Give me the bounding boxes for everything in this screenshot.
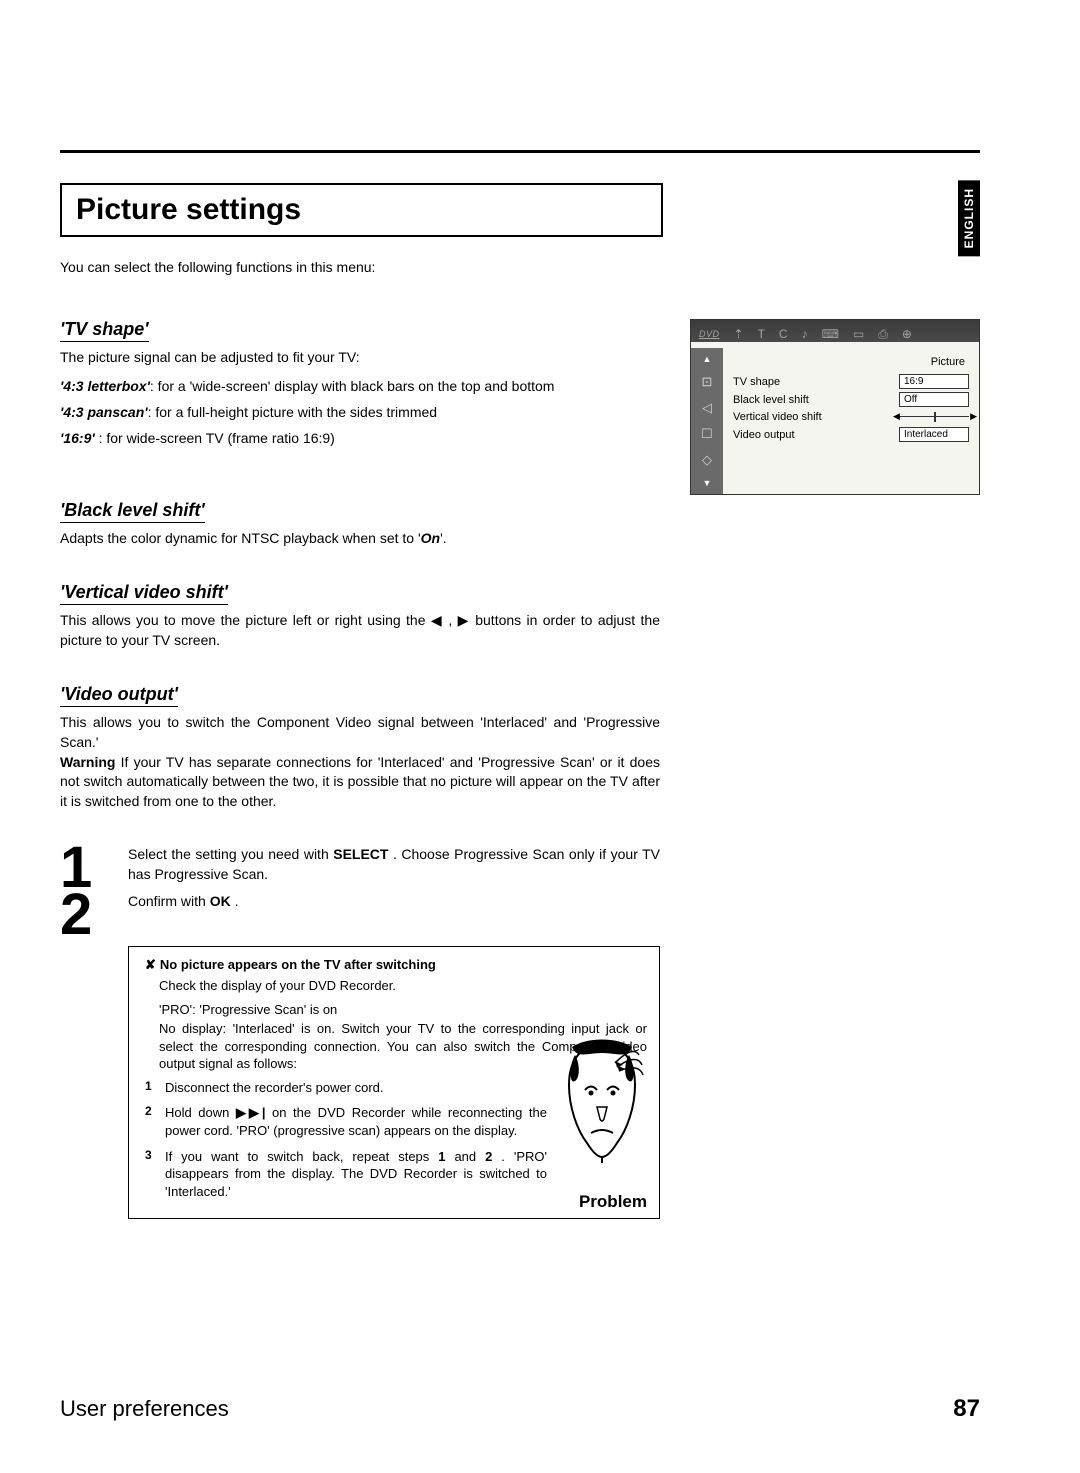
- page-title: Picture settings: [76, 193, 301, 227]
- osd-value: Interlaced: [899, 427, 969, 442]
- osd-top-icon: ⊕: [902, 327, 912, 341]
- step-number: 2: [60, 892, 110, 938]
- fwd-skip-icon: ▶▶|: [236, 1105, 266, 1120]
- def-item: '4:3 letterbox': for a 'wide-screen' dis…: [60, 378, 660, 394]
- confused-face-icon: [557, 1035, 647, 1165]
- language-tab: ENGLISH: [958, 180, 980, 256]
- section-warning: Warning If your TV has separate connecti…: [60, 753, 660, 812]
- section-black-level: 'Black level shift' Adapts the color dyn…: [60, 500, 660, 549]
- section-body: This allows you to move the picture left…: [60, 611, 660, 650]
- osd-top-icon: ▭: [853, 327, 864, 341]
- osd-row: Vertical video shift ◀▶: [733, 410, 969, 424]
- section-body: This allows you to switch the Component …: [60, 713, 660, 752]
- page-footer: User preferences 87: [60, 1395, 980, 1423]
- osd-top-icon: C: [779, 327, 788, 341]
- def-item: '4:3 panscan': for a full-height picture…: [60, 404, 660, 420]
- osd-value: 16:9: [899, 374, 969, 389]
- osd-top-icon: T: [758, 327, 765, 341]
- osd-value: Off: [899, 392, 969, 407]
- section-heading: 'Video output': [60, 684, 178, 707]
- osd-row: Video output Interlaced: [733, 427, 969, 442]
- def-item: '16:9' : for wide-screen TV (frame ratio…: [60, 430, 660, 446]
- osd-dvd-label: DVD: [699, 329, 720, 339]
- section-video-output: 'Video output' This allows you to switch…: [60, 684, 660, 811]
- page-title-box: Picture settings: [60, 183, 663, 237]
- section-heading: 'Vertical video shift': [60, 582, 228, 605]
- problem-line: 'PRO': 'Progressive Scan' is on: [159, 1001, 647, 1019]
- problem-label: Problem: [579, 1192, 647, 1212]
- osd-side-icon: ⊡: [702, 374, 713, 390]
- osd-panel-title: Picture: [733, 356, 969, 368]
- osd-top-icon: ⎙: [878, 327, 888, 342]
- osd-top-icon: ♪: [802, 327, 808, 341]
- osd-slider: ◀▶: [899, 410, 969, 424]
- problem-box: ✘No picture appears on the TV after swit…: [128, 946, 660, 1219]
- section-heading: 'TV shape': [60, 319, 149, 342]
- osd-side-icon: ☐: [701, 426, 713, 442]
- osd-side-icon: ◁: [702, 400, 712, 416]
- page-number: 87: [953, 1395, 980, 1423]
- section-body: Adapts the color dynamic for NTSC playba…: [60, 529, 660, 549]
- osd-preview: DVD ⇡ T C ♪ ⌨ ▭ ⎙ ⊕ ▲ ⊡ ◁ ☐ ◇: [690, 319, 980, 495]
- step-1: 1 Select the setting you need with SELEC…: [60, 845, 660, 891]
- osd-top-icon: ⌨: [822, 327, 839, 341]
- intro-text: You can select the following functions i…: [60, 259, 980, 275]
- footer-title: User preferences: [60, 1396, 229, 1422]
- osd-row: Black level shift Off: [733, 392, 969, 407]
- x-icon: ✘: [145, 957, 156, 972]
- section-tv-shape: 'TV shape' The picture signal can be adj…: [60, 319, 660, 446]
- problem-line: Check the display of your DVD Recorder.: [159, 977, 647, 995]
- osd-row: TV shape 16:9: [733, 374, 969, 389]
- osd-side-bar: ▲ ⊡ ◁ ☐ ◇ ▼: [691, 348, 723, 494]
- osd-side-icon: ◇: [702, 452, 712, 468]
- osd-top-icon: ⇡: [734, 327, 744, 341]
- section-lead: The picture signal can be adjusted to fi…: [60, 348, 660, 368]
- step-2: 2 Confirm with OK .: [60, 892, 660, 938]
- section-vertical-shift: 'Vertical video shift' This allows you t…: [60, 582, 660, 650]
- section-heading: 'Black level shift': [60, 500, 205, 523]
- osd-top-bar: DVD ⇡ T C ♪ ⌨ ▭ ⎙ ⊕: [691, 320, 979, 348]
